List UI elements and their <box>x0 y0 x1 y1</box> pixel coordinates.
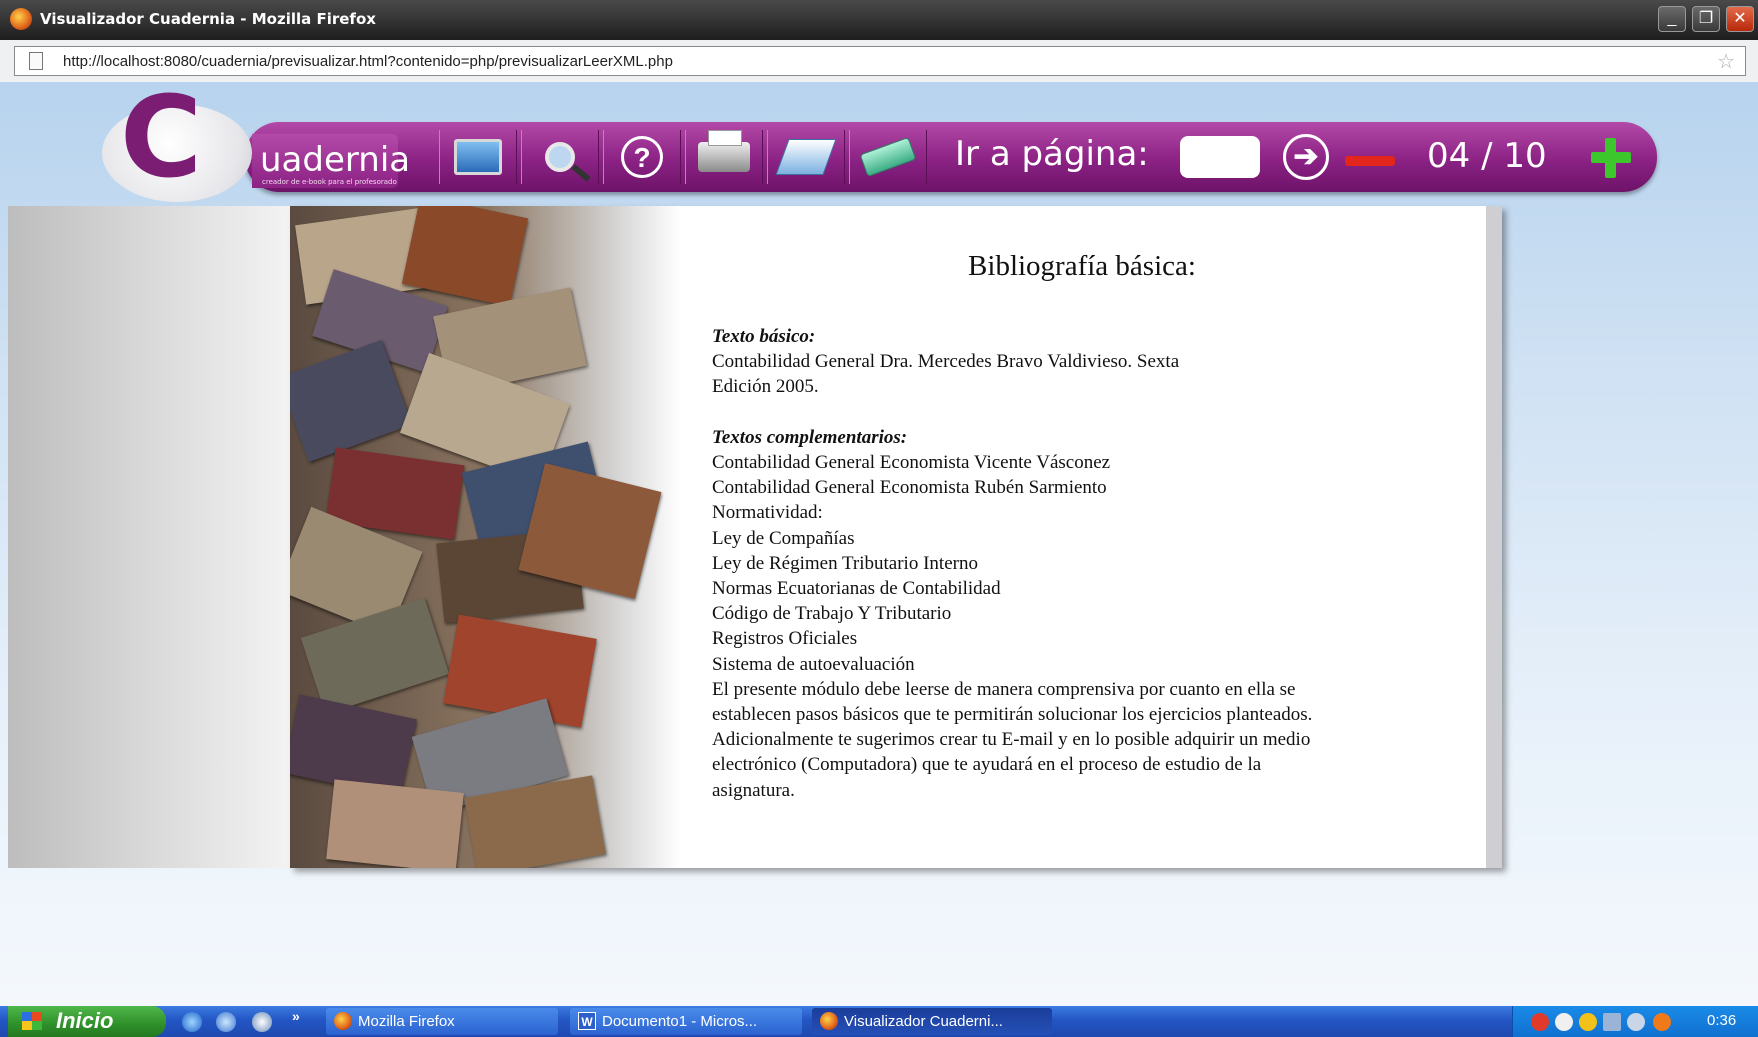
arrow-right-icon[interactable]: ➔ <box>1283 134 1329 180</box>
logo-tagline: creador de e-book para el profesorado <box>262 178 397 186</box>
print-button[interactable] <box>685 130 763 184</box>
text-line: Contabilidad General Economista Rubén Sa… <box>712 477 1107 499</box>
text-line: Sistema de autoevaluación <box>712 653 915 675</box>
task-word-document[interactable]: W Documento1 - Micros... <box>570 1008 802 1035</box>
tray-icon[interactable] <box>1555 1013 1573 1031</box>
word-icon: W <box>578 1012 596 1030</box>
task-firefox[interactable]: Mozilla Firefox <box>326 1008 558 1035</box>
help-button[interactable]: ? <box>603 130 681 184</box>
url-field[interactable]: http://localhost:8080/cuadernia/previsua… <box>14 46 1746 76</box>
goto-page-input[interactable] <box>1180 136 1260 178</box>
text-line: asignatura. <box>712 779 795 801</box>
goto-page-label: Ir a página: <box>955 134 1149 174</box>
start-label: Inicio <box>56 1008 114 1033</box>
url-text[interactable]: http://localhost:8080/cuadernia/previsua… <box>63 53 673 70</box>
edit-icon <box>775 139 837 175</box>
books-illustration <box>290 206 680 868</box>
zoom-button[interactable] <box>521 130 599 184</box>
logo-word: uadernia <box>260 140 411 180</box>
task-visualizador[interactable]: Visualizador Cuaderni... <box>812 1008 1052 1035</box>
bookmark-star-icon[interactable]: ☆ <box>1717 49 1735 74</box>
heading-basic: Texto básico: <box>712 326 816 347</box>
navigation-bar: http://localhost:8080/cuadernia/previsua… <box>0 40 1758 82</box>
text-line: Contabilidad General Dra. Mercedes Bravo… <box>712 351 1180 373</box>
shield-icon[interactable] <box>1579 1013 1597 1031</box>
task-label: Documento1 - Micros... <box>602 1013 758 1030</box>
firefox-icon <box>820 1012 838 1030</box>
text-line: Ley de Compañías <box>712 527 855 549</box>
explorer-icon[interactable] <box>216 1012 236 1032</box>
text-line: electrónico (Computadora) que te ayudará… <box>712 754 1262 776</box>
page-indicator: 04 / 10 <box>1427 136 1547 176</box>
text-line: Normatividad: <box>712 502 823 524</box>
volume-icon[interactable] <box>1627 1013 1645 1031</box>
page-title: Bibliografía básica: <box>968 250 1196 282</box>
left-gradient-panel <box>8 206 290 868</box>
text-line: Normas Ecuatorianas de Contabilidad <box>712 578 1001 600</box>
window-title: Visualizador Cuadernia - Mozilla Firefox <box>40 10 376 28</box>
tray-icon[interactable] <box>1653 1013 1671 1031</box>
text-line: Edición 2005. <box>712 376 819 398</box>
network-icon[interactable] <box>1603 1013 1621 1031</box>
system-tray: 0:36 <box>1512 1006 1758 1037</box>
text-line: El presente módulo debe leerse de manera… <box>712 678 1296 700</box>
task-label: Visualizador Cuaderni... <box>844 1013 1003 1030</box>
zoom-icon <box>545 142 575 172</box>
maximize-button[interactable]: ❐ <box>1692 6 1720 32</box>
edit-button[interactable] <box>767 130 845 184</box>
minus-icon[interactable] <box>1345 156 1395 166</box>
firefox-icon <box>10 8 32 30</box>
text-line: Contabilidad General Economista Vicente … <box>712 452 1111 473</box>
task-label: Mozilla Firefox <box>358 1013 455 1030</box>
page-content: ? Ir a página: ➔ 04 / 10 C uadernia crea… <box>0 82 1758 1006</box>
text-line: Registros Oficiales <box>712 628 858 650</box>
text-line: establecen pasos básicos que te permitir… <box>712 704 1313 726</box>
firefox-icon <box>334 1012 352 1030</box>
cuadernia-logo: C uadernia creador de e-book para el pro… <box>102 82 410 202</box>
page-icon <box>29 52 43 70</box>
clock: 0:36 <box>1707 1012 1737 1029</box>
cuadernia-toolbar: ? Ir a página: ➔ 04 / 10 <box>245 122 1657 192</box>
logo-letter: C <box>120 82 203 203</box>
start-button[interactable]: Inicio <box>8 1006 166 1037</box>
monitor-button[interactable] <box>439 130 517 184</box>
eraser-icon <box>859 136 917 178</box>
minimize-button[interactable]: _ <box>1658 6 1686 32</box>
text-line: Ley de Régimen Tributario Interno <box>712 552 978 574</box>
quicklaunch-more-button[interactable]: » <box>292 1008 300 1024</box>
print-icon <box>698 130 750 172</box>
tray-icon[interactable] <box>1531 1013 1549 1031</box>
heading-complementary: Textos complementarios: <box>712 426 908 448</box>
monitor-icon <box>454 139 502 175</box>
text-line: Adicionalmente te sugerimos crear tu E-m… <box>712 729 1311 751</box>
book-page: Bibliografía básica: Texto básico: Conta… <box>290 206 1502 868</box>
windows-taskbar: Inicio » Mozilla Firefox W Documento1 - … <box>0 1006 1758 1037</box>
eraser-button[interactable] <box>849 130 927 184</box>
ie-icon[interactable] <box>182 1012 202 1032</box>
windows-logo-icon <box>22 1012 42 1030</box>
media-icon[interactable] <box>252 1012 272 1032</box>
help-icon: ? <box>621 136 663 178</box>
window-titlebar: Visualizador Cuadernia - Mozilla Firefox… <box>0 0 1758 40</box>
close-button[interactable]: ✕ <box>1726 6 1754 32</box>
text-line: Código de Trabajo Y Tributario <box>712 603 952 625</box>
